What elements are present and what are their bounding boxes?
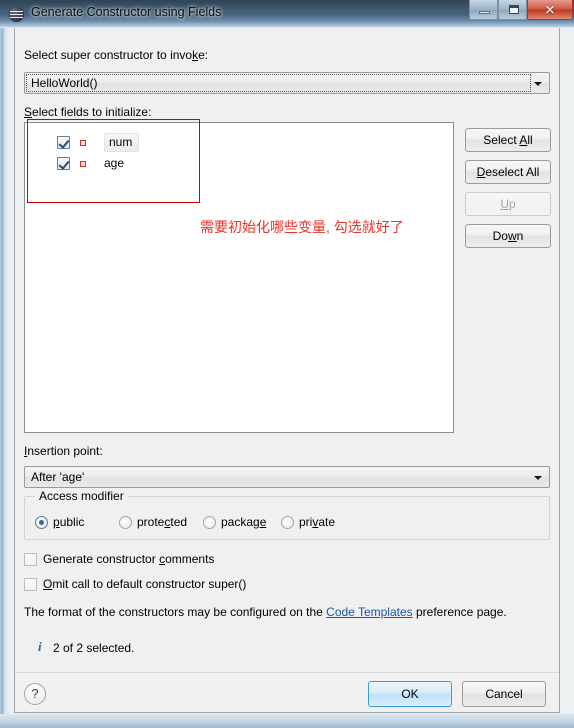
title-bar[interactable]: Generate Constructor using Fields ✕ [0,0,574,28]
omit-super-label: Omit call to default constructor super() [43,577,247,591]
select-fields-label: Select fields to initialize: [24,105,152,119]
insertion-point-combo[interactable]: After 'age' [24,466,550,488]
radio-button-private[interactable] [281,515,294,529]
minimize-icon [479,11,490,14]
insertion-point-label: Insertion point: [24,444,103,458]
code-templates-link[interactable]: Code Templates [326,605,413,619]
radio-label-package: package [221,515,267,529]
private-field-icon [76,156,92,172]
super-constructor-combo[interactable]: HelloWorld() [24,72,550,94]
radio-label-public: public [53,515,85,529]
move-down-button[interactable]: Down [465,224,551,248]
field-name: num [104,133,140,152]
status-text: 2 of 2 selected. [53,641,135,655]
radio-button-package[interactable] [203,515,216,529]
eclipse-icon [9,7,24,22]
generate-comments-label: Generate constructor comments [43,552,215,566]
omit-super-checkbox[interactable] [24,577,37,591]
close-icon: ✕ [544,2,556,17]
list-item[interactable]: age [57,154,124,173]
help-button[interactable]: ? [24,683,46,705]
dialog-window: Generate Constructor using Fields ✕ Sele… [0,0,574,728]
super-constructor-value: HelloWorld() [31,76,98,90]
generate-comments-checkbox[interactable] [24,552,37,566]
select-all-button[interactable]: Select All [465,128,551,152]
field-checkbox[interactable] [57,157,70,170]
radio-private[interactable]: private [281,515,335,529]
move-up-button: Up [465,192,551,216]
radio-label-protected: protected [137,515,188,529]
radio-package[interactable]: package [203,515,266,529]
code-templates-hint: The format of the constructors may be co… [24,605,507,619]
dialog-client-area: Select super constructor to invoke: Hell… [14,28,560,713]
radio-button-protected[interactable] [119,515,132,529]
private-field-icon [76,135,92,151]
window-bottom-edge [0,714,574,728]
fields-listbox[interactable]: num age [24,122,454,433]
window-controls: ✕ [469,0,573,22]
close-button[interactable]: ✕ [527,0,573,20]
deselect-all-button[interactable]: Deselect All [465,160,551,184]
ok-button[interactable]: OK [368,681,452,707]
omit-super-checkbox-row[interactable]: Omit call to default constructor super() [24,577,246,591]
window-title: Generate Constructor using Fields [31,5,222,19]
chevron-down-icon [534,476,542,480]
maximize-button[interactable] [498,0,527,20]
dialog-content: Select super constructor to invoke: Hell… [15,28,559,711]
cancel-button[interactable]: Cancel [462,681,546,707]
hint-suffix: preference page. [412,605,507,619]
hint-prefix: The format of the constructors may be co… [24,605,327,619]
list-item[interactable]: num [57,133,140,152]
minimize-button[interactable] [469,0,498,20]
insertion-point-value: After 'age' [31,470,85,484]
generate-comments-checkbox-row[interactable]: Generate constructor comments [24,552,214,566]
field-checkbox[interactable] [57,136,70,149]
radio-public[interactable]: public [35,515,84,529]
field-name: age [104,156,125,170]
radio-label-private: private [299,515,336,529]
radio-button-public[interactable] [35,515,48,529]
super-constructor-label: Select super constructor to invoke: [24,48,209,62]
footer-divider [15,672,559,673]
annotation-note: 需要初始化哪些变量, 勾选就好了 [200,219,404,235]
chevron-down-icon [534,82,542,86]
maximize-icon [509,5,519,14]
radio-protected[interactable]: protected [119,515,187,529]
access-modifier-title: Access modifier [35,489,128,503]
info-icon: i [38,639,42,654]
